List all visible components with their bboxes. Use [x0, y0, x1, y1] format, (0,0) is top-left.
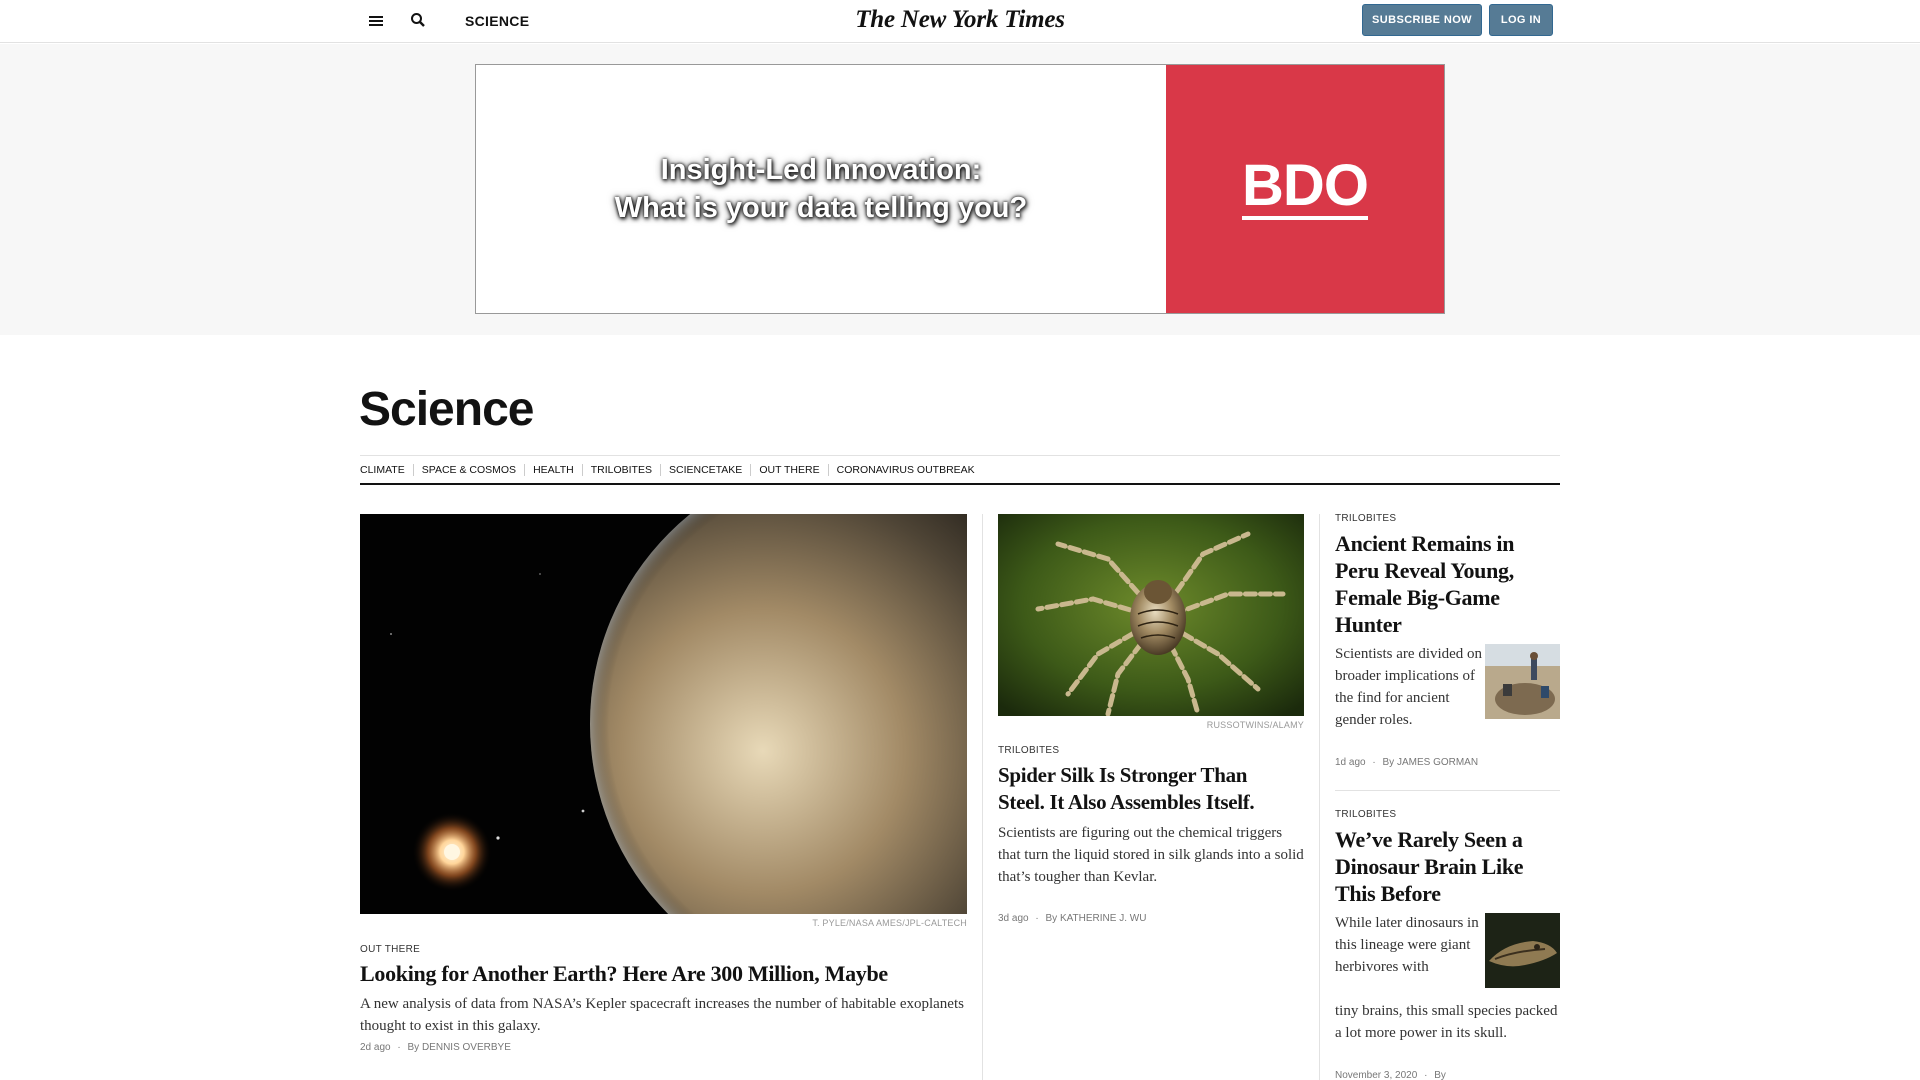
advertisement-banner[interactable]: Insight-Led Innovation: What is your dat…	[475, 64, 1445, 314]
spider-story-byline: 3d ago · By KATHERINE J. WU	[998, 913, 1147, 924]
spider-story-headline[interactable]: Spider Silk Is Stronger Than Steel. It A…	[998, 762, 1304, 816]
peru-story-thumbnail[interactable]	[1485, 644, 1560, 719]
subscribe-button[interactable]: SUBSCRIBE NOW	[1362, 4, 1482, 36]
ad-line-2: What is your data telling you?	[614, 192, 1028, 224]
subnav-item-health[interactable]: HEALTH	[524, 463, 582, 476]
subnav-item-sciencetake[interactable]: SCIENCETAKE	[659, 463, 750, 476]
story-divider	[1335, 790, 1560, 791]
story-timestamp: 2d ago	[360, 1042, 391, 1053]
story-author[interactable]: DENNIS OVERBYE	[422, 1042, 511, 1053]
story-kicker[interactable]: TRILOBITES	[1335, 809, 1396, 820]
story-timestamp: 3d ago	[998, 913, 1029, 924]
lead-story-image[interactable]	[360, 514, 967, 914]
subnav-item-coronavirus[interactable]: CORONAVIRUS OUTBREAK	[827, 463, 983, 476]
spider-headline-line-1: Spider Silk Is Stronger Than	[998, 763, 1248, 787]
nyt-logo[interactable]: The New York Times	[0, 6, 1920, 34]
spider-headline-line-2: Steel. It Also Assembles Itself.	[998, 790, 1255, 814]
page-title: Science	[359, 383, 534, 436]
peru-story-byline: 1d ago · By JAMES GORMAN	[1335, 757, 1479, 768]
spider-photo	[998, 514, 1304, 716]
subnav-item-climate[interactable]: CLIMATE	[360, 464, 413, 476]
column-divider	[982, 514, 983, 1080]
story-kicker[interactable]: TRILOBITES	[1335, 513, 1396, 524]
dinosaur-story-thumbnail[interactable]	[1485, 913, 1560, 988]
ad-message-panel: Insight-Led Innovation: What is your dat…	[476, 65, 1166, 313]
story-timestamp: 1d ago	[1335, 757, 1366, 768]
ad-region: Insight-Led Innovation: What is your dat…	[0, 44, 1920, 335]
peru-story-headline[interactable]: Ancient Remains in Peru Reveal Young, Fe…	[1335, 530, 1560, 638]
byline-prefix: By	[1434, 1070, 1446, 1080]
lead-story-headline[interactable]: Looking for Another Earth? Here Are 300 …	[360, 960, 967, 988]
story-author[interactable]: JAMES GORMAN	[1397, 757, 1478, 768]
image-credit: T. PYLE/NASA AMES/JPL-CALTECH	[812, 918, 967, 928]
lead-story-byline: 2d ago · By DENNIS OVERBYE	[360, 1042, 511, 1053]
lead-story-summary: A new analysis of data from NASA’s Keple…	[360, 996, 964, 1034]
column-divider	[1319, 514, 1320, 1080]
ad-line-1: Insight-Led Innovation:	[660, 154, 982, 186]
spider-story-summary: Scientists are figuring out the chemical…	[998, 825, 1304, 885]
dinosaur-story-headline[interactable]: We’ve Rarely Seen a Dinosaur Brain Like …	[1335, 826, 1560, 907]
dinosaur-skull-photo	[1485, 913, 1560, 988]
byline-prefix: By	[1382, 757, 1395, 768]
ad-text: Insight-Led Innovation: What is your dat…	[615, 151, 1027, 227]
login-button[interactable]: LOG IN	[1489, 4, 1553, 36]
story-timestamp: November 3, 2020	[1335, 1070, 1418, 1080]
subnav-item-space-cosmos[interactable]: SPACE & COSMOS	[412, 463, 524, 476]
story-author[interactable]: KATHERINE J. WU	[1060, 913, 1146, 924]
byline-prefix: By	[1045, 913, 1058, 924]
top-bar: SCIENCE The New York Times SUBSCRIBE NOW…	[0, 0, 1920, 43]
exoplanet-illustration	[360, 514, 967, 914]
section-subnav: CLIMATE SPACE & COSMOS HEALTH TRILOBITES…	[360, 455, 1560, 485]
byline-prefix: By	[407, 1042, 420, 1053]
dinosaur-story-summary-b: tiny brains, this small species packed a…	[1335, 1003, 1558, 1041]
subnav-item-out-there[interactable]: OUT THERE	[750, 463, 827, 476]
subnav-item-trilobites[interactable]: TRILOBITES	[581, 463, 660, 476]
ad-brand-panel: BDO	[1166, 65, 1444, 313]
excavation-photo	[1485, 644, 1560, 719]
peru-story-summary: Scientists are divided on broader implic…	[1335, 646, 1483, 728]
story-kicker[interactable]: TRILOBITES	[998, 745, 1059, 756]
dinosaur-story-byline: November 3, 2020 · By	[1335, 1070, 1446, 1080]
image-credit: RUSSOTWINS/ALAMY	[1206, 720, 1304, 730]
story-kicker[interactable]: OUT THERE	[360, 944, 420, 955]
bdo-logo: BDO	[1242, 153, 1369, 220]
dinosaur-story-summary-a: While later dinosaurs in this lineage we…	[1335, 915, 1479, 975]
spider-story-image[interactable]	[998, 514, 1304, 716]
